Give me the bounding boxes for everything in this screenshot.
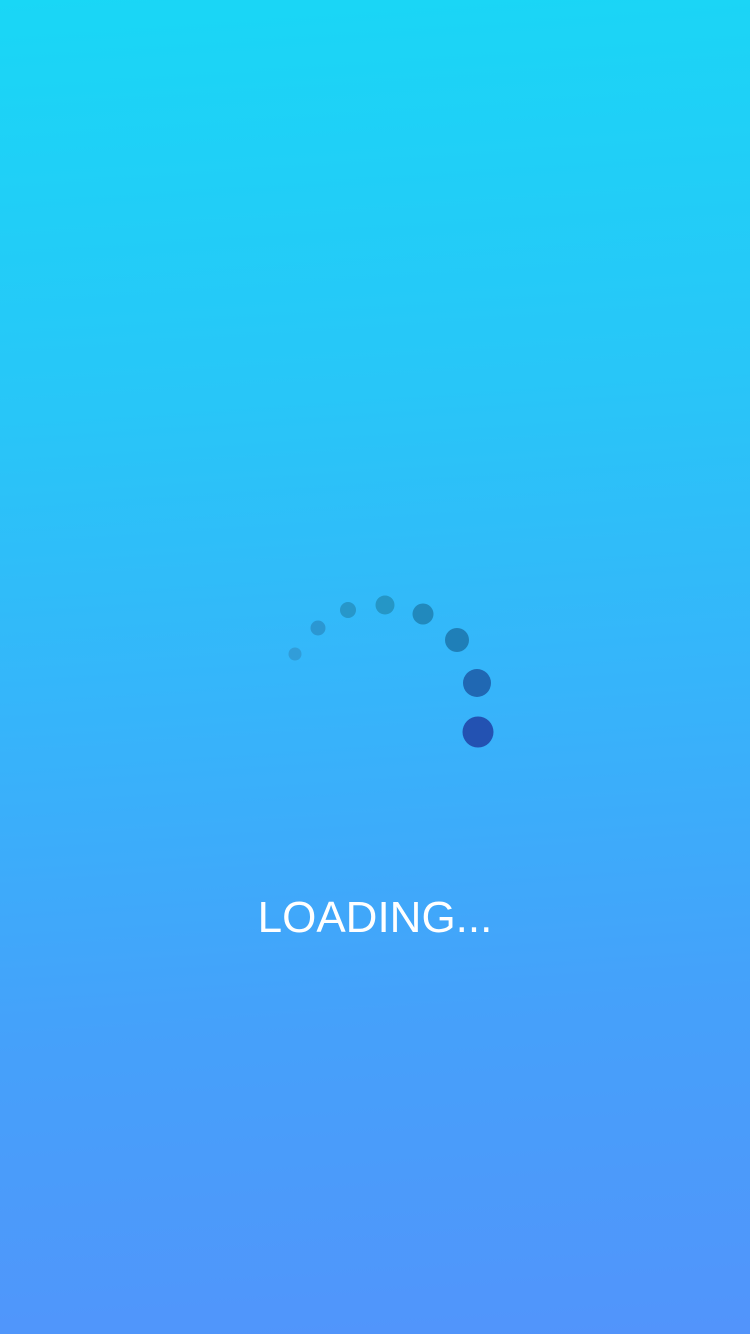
spinner-dot xyxy=(463,669,491,697)
spinner-dot xyxy=(375,595,395,615)
spinner-dot xyxy=(288,647,302,661)
spinner-dot xyxy=(445,628,469,652)
loading-spinner xyxy=(0,0,750,1334)
loading-screen: LOADING... xyxy=(0,0,750,1334)
spinner-dot xyxy=(412,603,434,625)
spinner-dot xyxy=(462,716,494,748)
spinner-dot xyxy=(340,602,356,618)
loading-label: LOADING... xyxy=(257,893,493,942)
spinner-dot xyxy=(310,620,326,636)
